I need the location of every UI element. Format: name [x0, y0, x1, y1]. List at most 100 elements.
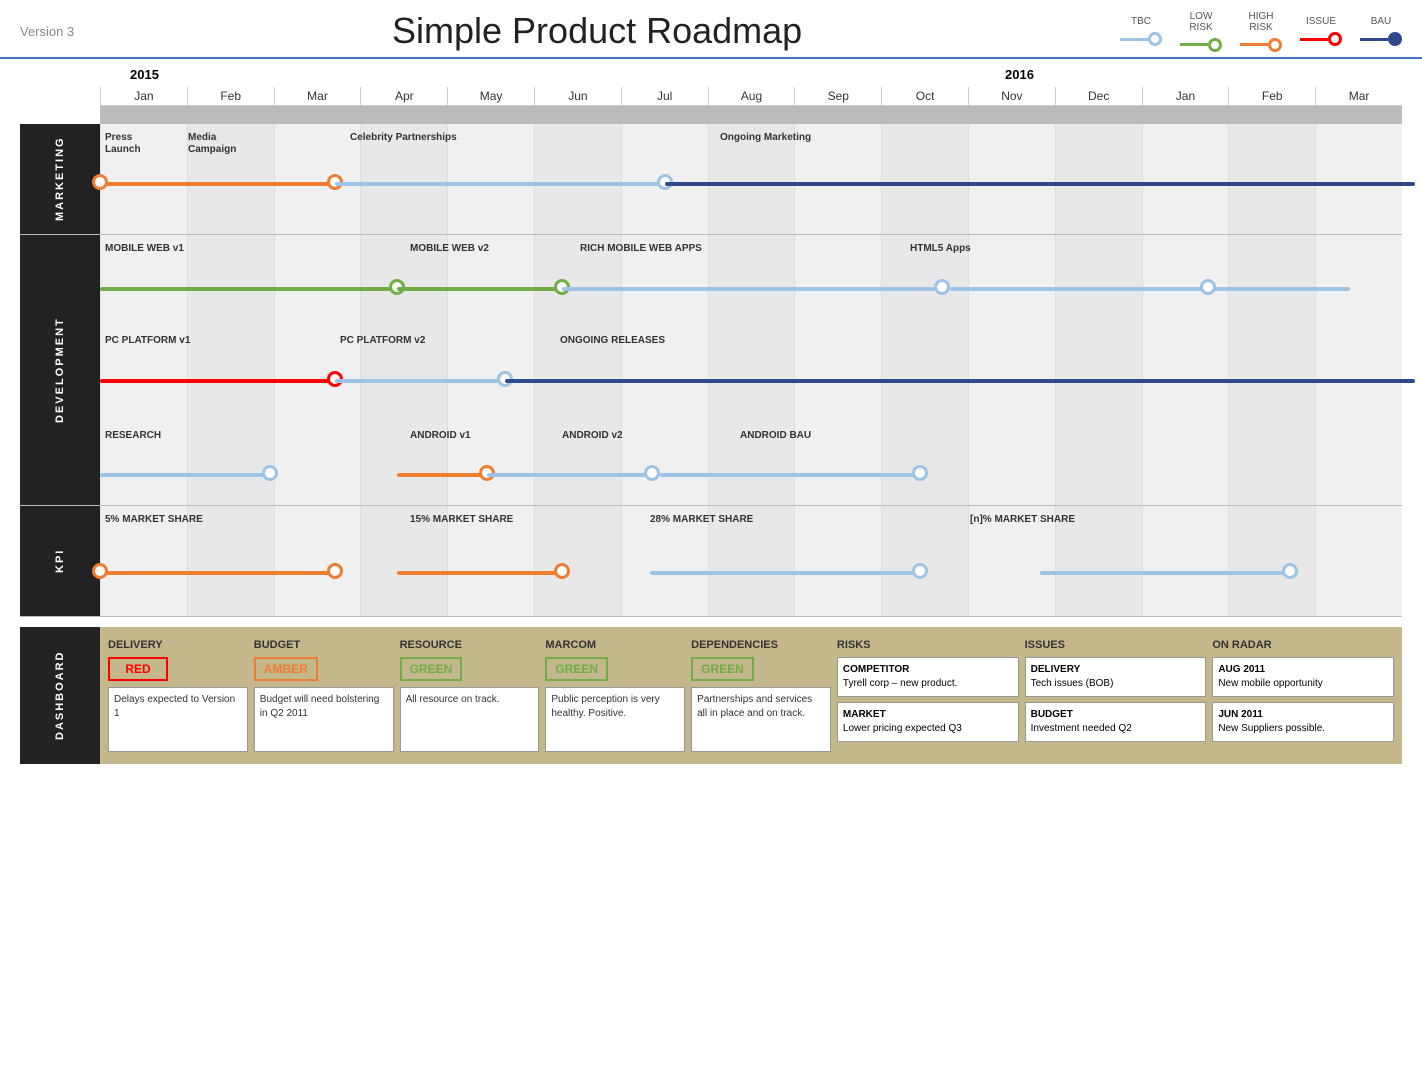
radar-1-text: New mobile opportunity: [1218, 677, 1388, 691]
dev-label-richmobile: RICH MOBILE WEB APPS: [580, 243, 702, 254]
dev-circle-research-end: [262, 465, 278, 481]
kpi-label: KPI: [20, 506, 100, 616]
legend-high-risk: HIGHRISK: [1240, 11, 1282, 52]
dashboard-radar-item-2: JUN 2011 New Suppliers possible.: [1212, 702, 1394, 742]
chart-container: 2015 2016 Jan Feb Mar Apr May Jun Jul Au…: [0, 67, 1422, 617]
dashboard-risks-header: RISKS: [837, 639, 1019, 651]
month-jan2016: Jan: [1142, 87, 1229, 105]
month-nov2015: Nov: [968, 87, 1055, 105]
month-mar2016: Mar: [1315, 87, 1402, 105]
legend-issue: ISSUE: [1300, 16, 1342, 46]
dev-circle-nov: [934, 279, 950, 295]
dev-label-mobileweb2: MOBILE WEB v2: [410, 243, 489, 254]
dashboard-dependencies-text: Partnerships and services all in place a…: [691, 687, 831, 752]
kpi-label-28pct: 28% MARKET SHARE: [650, 514, 753, 525]
kpi-label-5pct: 5% MARKET SHARE: [105, 514, 203, 525]
development-label: DEVELOPMENT: [20, 235, 100, 505]
marketing-bar-lightblue: [335, 182, 665, 186]
year-2015: 2015: [130, 67, 159, 82]
dashboard-delivery-text: Delays expected to Version 1: [108, 687, 248, 752]
dev-label-android1: ANDROID v1: [410, 430, 471, 441]
dev-label-androidbau: ANDROID BAU: [740, 430, 811, 441]
radar-1-date: AUG 2011: [1218, 663, 1388, 677]
month-jun2015: Jun: [534, 87, 621, 105]
dashboard-issues-item-1: DELIVERY Tech issues (BOB): [1025, 657, 1207, 697]
dashboard-marcom-header: MARCOM: [545, 639, 685, 651]
month-oct2015: Oct: [881, 87, 968, 105]
dashboard-issues-item-2: BUDGET Investment needed Q2: [1025, 702, 1207, 742]
legend-tbc: TBC: [1120, 16, 1162, 46]
dashboard-delivery-badge: RED: [108, 657, 168, 681]
month-aug2015: Aug: [708, 87, 795, 105]
legend-low-risk: LOWRISK: [1180, 11, 1222, 52]
dev-circle-androidbau-end: [912, 465, 928, 481]
dev-bar-android1: [397, 473, 487, 477]
marketing-label-ongoing: Ongoing Marketing: [720, 132, 811, 143]
radar-2-text: New Suppliers possible.: [1218, 722, 1388, 736]
page-header: Version 3 Simple Product Roadmap TBC LOW…: [0, 0, 1422, 59]
dashboard-label: DASHBOARD: [20, 627, 100, 764]
dashboard-risks-item-2: MARKET Lower pricing expected Q3: [837, 702, 1019, 742]
issue-1-title: DELIVERY: [1031, 663, 1201, 677]
dashboard-budget-badge: AMBER: [254, 657, 318, 681]
dev-label-mobileweb1: MOBILE WEB v1: [105, 243, 184, 254]
marketing-circle-start: [92, 174, 108, 190]
kpi-section: KPI 5% MARKET SHARE 15% MAR: [20, 506, 1402, 617]
dev-bar-richmobile: [562, 287, 942, 291]
dashboard-issues-items: DELIVERY Tech issues (BOB) BUDGET Invest…: [1025, 657, 1207, 742]
dashboard-radar-item-1: AUG 2011 New mobile opportunity: [1212, 657, 1394, 697]
marketing-section: MARKETING PressLaunch: [20, 124, 1402, 235]
month-dec2015: Dec: [1055, 87, 1142, 105]
kpi-circle-mar: [327, 563, 343, 579]
dev-label-android2: ANDROID v2: [562, 430, 623, 441]
marketing-label: MARKETING: [20, 124, 100, 234]
dev-bar-html5: [950, 287, 1350, 291]
dev-label-pc2: PC PLATFORM v2: [340, 335, 425, 346]
marketing-bar-orange: [100, 182, 335, 186]
dashboard-dependencies-badge: GREEN: [691, 657, 754, 681]
dev-bar-mobileweb1: [100, 287, 397, 291]
dashboard-section: DASHBOARD DELIVERY RED Delays expected t…: [20, 627, 1402, 764]
dashboard-delivery-header: DELIVERY: [108, 639, 248, 651]
legend: TBC LOWRISK HIGHRISK ISSUE: [1120, 11, 1402, 52]
dashboard-delivery: DELIVERY RED Delays expected to Version …: [108, 639, 248, 752]
page-title: Simple Product Roadmap: [74, 10, 1120, 52]
dashboard-onradar-header: ON RADAR: [1212, 639, 1394, 651]
kpi-bar-jul-oct: [650, 571, 920, 575]
kpi-circle-feb2016: [1282, 563, 1298, 579]
radar-2-date: JUN 2011: [1218, 708, 1388, 722]
dev-bar-androidbau: [660, 473, 920, 477]
dev-bar-mobileweb2: [397, 287, 562, 291]
dashboard-marcom-badge: GREEN: [545, 657, 608, 681]
dev-circle-feb2016: [1200, 279, 1216, 295]
dev-bar-pc2: [335, 379, 505, 383]
dashboard-resource-text: All resource on track.: [400, 687, 540, 752]
dev-label-pc1: PC PLATFORM v1: [105, 335, 190, 346]
dev-bar-pc1: [100, 379, 335, 383]
dashboard-resource: RESOURCE GREEN All resource on track.: [400, 639, 540, 752]
months-row: Jan Feb Mar Apr May Jun Jul Aug Sep Oct …: [100, 87, 1402, 106]
dev-circle-android2-end: [644, 465, 660, 481]
risk-2-text: Lower pricing expected Q3: [843, 722, 1013, 736]
risk-1-text: Tyrell corp – new product.: [843, 677, 1013, 691]
kpi-bar-jan-mar: [100, 571, 335, 575]
dashboard-onradar-items: AUG 2011 New mobile opportunity JUN 2011…: [1212, 657, 1394, 742]
month-apr2015: Apr: [360, 87, 447, 105]
dashboard-marcom: MARCOM GREEN Public perception is very h…: [545, 639, 685, 752]
month-feb2015: Feb: [187, 87, 274, 105]
month-jul2015: Jul: [621, 87, 708, 105]
risk-1-title: COMPETITOR: [843, 663, 1013, 677]
year-2016: 2016: [1005, 67, 1034, 82]
dashboard-dependencies-header: DEPENDENCIES: [691, 639, 831, 651]
marketing-label-media: MediaCampaign: [188, 132, 236, 156]
dashboard-onradar: ON RADAR AUG 2011 New mobile opportunity…: [1212, 639, 1394, 752]
dev-bar-research: [100, 473, 270, 477]
issue-2-title: BUDGET: [1031, 708, 1201, 722]
dashboard-marcom-text: Public perception is very healthy. Posit…: [545, 687, 685, 752]
kpi-bar-jan2016: [1040, 571, 1290, 575]
dev-label-html5: HTML5 Apps: [910, 243, 971, 254]
issue-2-text: Investment needed Q2: [1031, 722, 1201, 736]
marketing-bar-darkblue: [665, 182, 1415, 186]
dashboard-budget-text: Budget will need bolstering in Q2 2011: [254, 687, 394, 752]
dashboard-risks-item-1: COMPETITOR Tyrell corp – new product.: [837, 657, 1019, 697]
